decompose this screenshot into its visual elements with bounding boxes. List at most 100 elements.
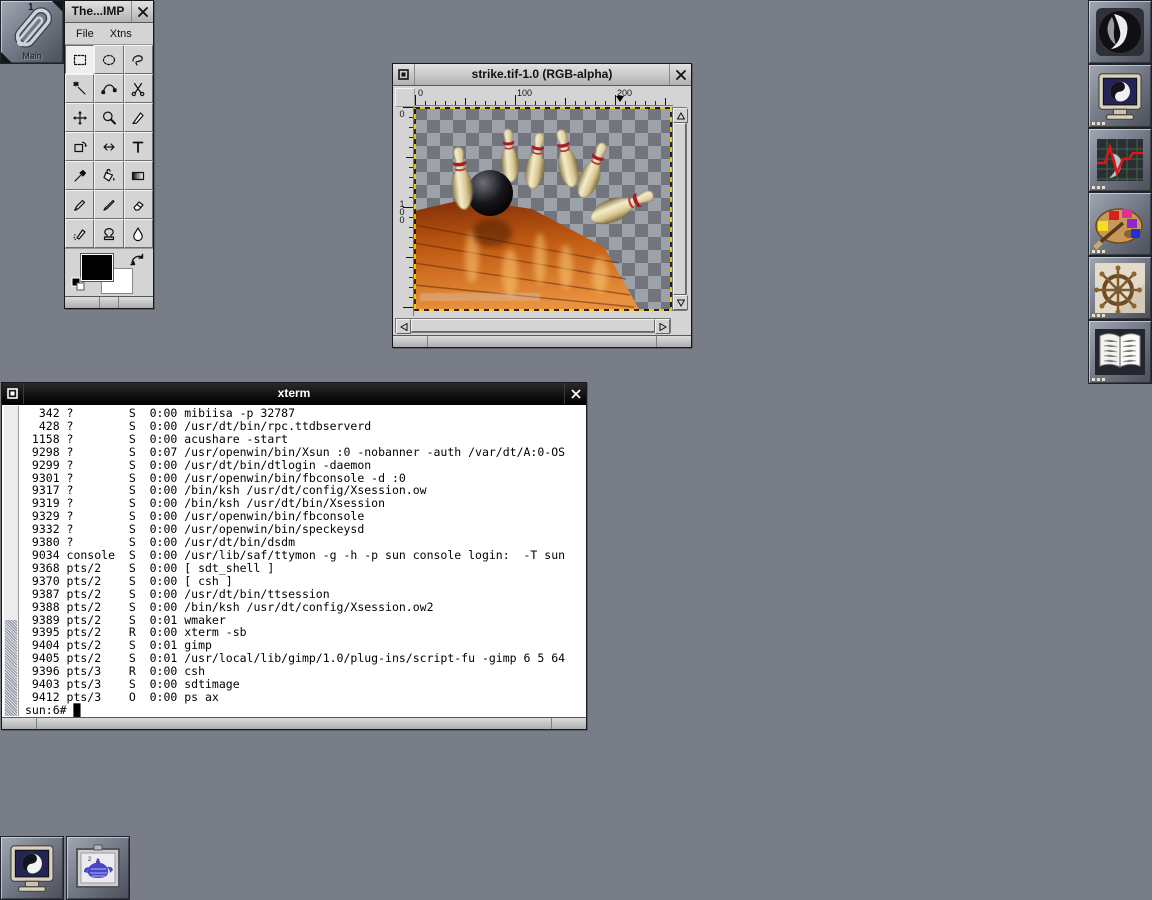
tool-grid — [65, 45, 153, 248]
close-icon — [571, 389, 581, 399]
gimp-image-window: strike.tif-1.0 (RGB-alpha) — [392, 63, 692, 348]
close-icon — [676, 70, 686, 80]
tool-transform[interactable] — [65, 132, 94, 161]
scissors-icon — [130, 81, 146, 97]
image-window-titlebar[interactable]: strike.tif-1.0 (RGB-alpha) — [393, 64, 691, 86]
desktop: 1 Main The...IMP File Xtns — [0, 0, 1152, 900]
xterm-scrollbar-thumb[interactable] — [5, 620, 17, 716]
horizontal-ruler[interactable]: 0 100 200 — [415, 88, 673, 106]
tool-ellipse-select[interactable] — [94, 45, 123, 74]
vertical-ruler[interactable]: 0 100 — [395, 107, 414, 316]
toolbox-menubar: File Xtns — [65, 23, 153, 45]
tool-color-picker[interactable] — [65, 161, 94, 190]
lasso-icon — [130, 52, 146, 68]
tool-rect-select[interactable] — [65, 45, 94, 74]
tool-magnify[interactable] — [94, 103, 123, 132]
xterm-resizebar[interactable] — [2, 717, 586, 729]
airbrush-icon — [72, 226, 88, 242]
default-colors-button[interactable] — [71, 277, 85, 296]
tool-clone[interactable] — [94, 219, 123, 248]
running-dots — [1092, 122, 1105, 125]
toolbox-titlebar[interactable]: The...IMP — [65, 1, 153, 23]
tool-free-select[interactable] — [124, 45, 153, 74]
tool-airbrush[interactable] — [65, 219, 94, 248]
pencil-icon — [72, 197, 88, 213]
gimp-toolbox-window: The...IMP File Xtns — [64, 0, 154, 309]
tool-bezier-select[interactable] — [94, 74, 123, 103]
menu-xtns[interactable]: Xtns — [110, 28, 132, 40]
xterm-window: xterm 342 ? S 0:00 mibiisa -p 32787 428 … — [1, 382, 587, 730]
tool-fuzzy-select[interactable] — [65, 74, 94, 103]
xterm-scrollbar[interactable] — [4, 406, 19, 716]
miniaturize-icon — [398, 69, 409, 80]
dock-item-system-monitor[interactable] — [1088, 128, 1152, 192]
appicon-image-viewer[interactable]: 2 — [66, 836, 130, 900]
workspace-label: Main — [1, 51, 63, 61]
image-window-resizebar[interactable] — [393, 335, 691, 347]
tool-text[interactable] — [124, 132, 153, 161]
up-triangle-icon — [677, 112, 685, 120]
tool-scissors[interactable] — [124, 74, 153, 103]
vertical-scrollbar[interactable] — [672, 107, 687, 311]
tool-paintbrush[interactable] — [94, 190, 123, 219]
image-canvas[interactable] — [414, 107, 672, 311]
water-drop-icon — [130, 226, 146, 242]
image-window-miniaturize-button[interactable] — [393, 64, 415, 85]
xterm-close-button[interactable] — [564, 383, 586, 404]
xterm-content[interactable]: 342 ? S 0:00 mibiisa -p 32787 428 ? S 0:… — [2, 405, 586, 717]
tool-convolve[interactable] — [124, 219, 153, 248]
running-dots — [1092, 314, 1105, 317]
scroll-down-arrow[interactable] — [673, 295, 688, 310]
vscroll-thumb[interactable] — [673, 123, 686, 295]
workspace-clip[interactable]: 1 Main — [0, 0, 64, 64]
dock — [1088, 0, 1152, 384]
magnifier-icon — [101, 110, 117, 126]
foreground-color-swatch[interactable] — [81, 254, 113, 281]
scroll-up-arrow[interactable] — [673, 108, 688, 123]
ruler-corner-button[interactable] — [395, 88, 415, 107]
teapot-image-viewer-icon: 2 — [67, 837, 129, 899]
hruler-label-200: 200 — [617, 88, 632, 98]
tool-bucket-fill[interactable] — [94, 161, 123, 190]
dock-item-terminal[interactable] — [1088, 64, 1152, 128]
dock-item-wmaker[interactable] — [1088, 0, 1152, 64]
appicon-xterm[interactable] — [0, 836, 64, 900]
image-window-close-button[interactable] — [669, 64, 691, 85]
menu-file[interactable]: File — [76, 28, 94, 40]
tool-eraser[interactable] — [124, 190, 153, 219]
running-dots — [1092, 378, 1105, 381]
ship-wheel-icon — [1089, 257, 1151, 319]
dock-item-book[interactable] — [1088, 320, 1152, 384]
dock-item-helm[interactable] — [1088, 256, 1152, 320]
monitor-terminal-icon — [1, 837, 63, 899]
hscroll-thumb[interactable] — [411, 319, 655, 332]
xterm-titlebar[interactable]: xterm — [2, 383, 586, 405]
xterm-miniaturize-button[interactable] — [2, 383, 24, 404]
horizontal-scrollbar[interactable] — [395, 318, 671, 333]
down-triangle-icon — [677, 299, 685, 307]
appicon-area: 2 — [0, 836, 130, 900]
rect-select-icon — [72, 52, 88, 68]
scroll-right-arrow[interactable] — [655, 319, 670, 334]
right-triangle-icon — [659, 323, 667, 331]
heartbeat-monitor-icon — [1089, 129, 1151, 191]
flip-icon — [101, 139, 117, 155]
open-book-icon — [1089, 321, 1151, 383]
vruler-label-0: 0 — [397, 109, 407, 117]
dock-item-palette[interactable] — [1088, 192, 1152, 256]
bowling-strike-image — [414, 107, 672, 311]
move-icon — [72, 110, 88, 126]
tool-move[interactable] — [65, 103, 94, 132]
scroll-left-arrow[interactable] — [396, 319, 411, 334]
tool-flip[interactable] — [94, 132, 123, 161]
color-area — [65, 248, 153, 296]
tool-pencil[interactable] — [65, 190, 94, 219]
eyedropper-icon — [72, 168, 88, 184]
transform-icon — [72, 139, 88, 155]
toolbox-close-button[interactable] — [131, 1, 153, 22]
crop-knife-icon — [130, 110, 146, 126]
tool-blend[interactable] — [124, 161, 153, 190]
swap-colors-button[interactable] — [130, 253, 144, 272]
tool-crop[interactable] — [124, 103, 153, 132]
toolbox-resizebar[interactable] — [65, 296, 153, 308]
